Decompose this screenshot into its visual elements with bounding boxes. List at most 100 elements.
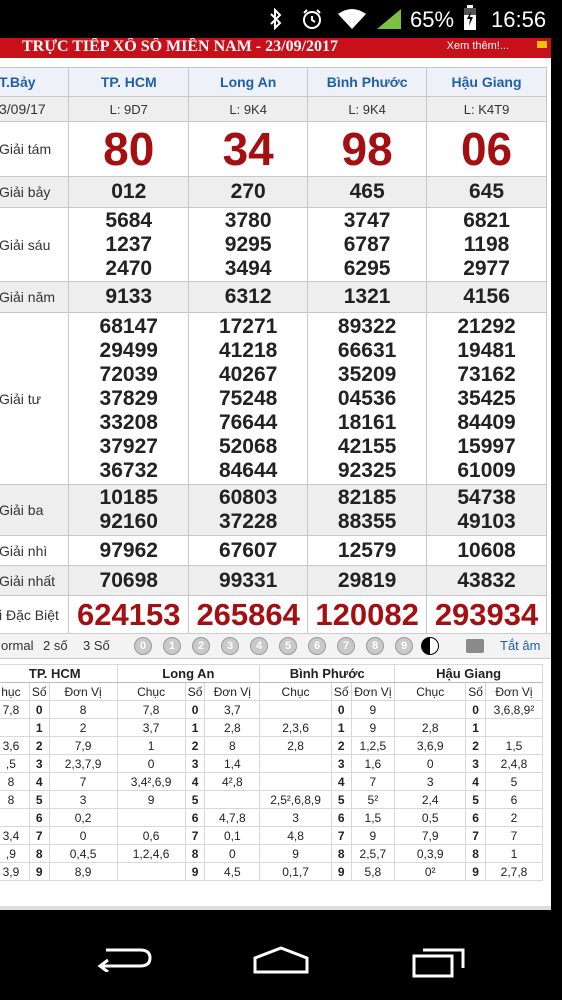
prize-row: i Đặc Biệt 624153 265864 120082 293934 (0, 595, 547, 634)
chuc-cell: 9 (116, 790, 186, 809)
so-cell: 0 (330, 700, 352, 719)
prize-number: 60803 (218, 486, 278, 509)
prize-number: 70698 (99, 568, 158, 592)
chuc-cell: 0 (116, 754, 186, 773)
prize-number: 35425 (457, 386, 516, 410)
prize-number: 6787 (343, 232, 391, 256)
prize-number: 36732 (99, 458, 158, 482)
digit-button[interactable]: 2 (192, 637, 210, 655)
donvi-cell: 0 (204, 844, 261, 863)
donvi-cell: 7 (350, 772, 396, 791)
prize-number: 3780 (224, 208, 272, 232)
prize-cell: 270 (188, 176, 309, 208)
so-cell: 0 (28, 700, 50, 719)
so-cell: 5 (465, 790, 486, 809)
mode-normal-button[interactable]: ormal (1, 638, 34, 653)
so-cell: 9 (465, 862, 486, 881)
chuc-cell: 8 (0, 790, 30, 809)
chuc-cell: 3 (394, 772, 467, 791)
prize-cell: 624153 (68, 595, 190, 634)
results-table: T.Bảy TP. HCM Long An Bình Phước Hậu Giang 3/… (0, 67, 547, 634)
mute-button[interactable]: Tắt âm (500, 638, 540, 653)
digit-button[interactable]: 3 (221, 637, 239, 655)
so-cell: 9 (330, 862, 352, 881)
prize-label: Giải bảy (0, 176, 70, 208)
digit-button[interactable]: 1 (163, 637, 181, 655)
province-header[interactable]: Long An (188, 67, 309, 97)
prize-number: 61009 (457, 458, 516, 482)
digit-button[interactable]: 0 (134, 637, 152, 655)
prize-cell: 43832 (426, 565, 547, 596)
digit-button[interactable]: 5 (279, 637, 297, 655)
donvi-cell: 3,6,8,9² (484, 700, 544, 719)
prize-number: 52068 (218, 434, 278, 458)
chuc-cell: 2,5²,6,8,9 (259, 790, 332, 809)
prize-cell: 60803 37228 (188, 484, 309, 536)
so-cell: 8 (28, 844, 50, 863)
speaker-icon[interactable] (466, 639, 484, 653)
donvi-cell: 9 (350, 700, 396, 719)
wifi-icon (338, 9, 366, 29)
prize-row: Giải bảy 012 270 465 645 (0, 176, 547, 208)
prize-number: 34 (222, 123, 274, 175)
yin-yang-icon[interactable] (421, 637, 439, 655)
digit-button[interactable]: 9 (395, 637, 413, 655)
prize-number: 6295 (343, 256, 391, 280)
prize-cell: 97962 (68, 535, 190, 566)
home-icon[interactable] (251, 946, 311, 976)
province-header[interactable]: Hậu Giang (426, 67, 547, 97)
donvi-header: Đơn Vị (484, 682, 544, 701)
so-cell: 0 (184, 700, 206, 719)
donvi-cell: 4,7,8 (204, 808, 261, 827)
mode-3-digits-button[interactable]: 3 Số (83, 638, 110, 653)
so-cell: 5 (28, 790, 50, 809)
prize-cell: 68147 29499 72039 37829 33208 37927 36732 (68, 312, 190, 485)
so-cell: 8 (184, 844, 206, 863)
page-title: TRỰC TIẾP XỔ SỐ MIỀN NAM - 23/09/2017 (22, 38, 339, 55)
so-cell: 2 (330, 736, 352, 755)
so-cell: 2 (465, 736, 486, 755)
digit-button[interactable]: 8 (366, 637, 384, 655)
so-cell: 2 (28, 736, 50, 755)
donvi-cell (204, 790, 261, 809)
recents-icon[interactable] (411, 944, 467, 978)
prize-number: 67607 (218, 538, 278, 562)
prize-number: 29499 (99, 338, 158, 362)
more-link[interactable]: Xem thêm!... (447, 40, 509, 52)
so-cell: 6 (465, 808, 486, 827)
chuc-cell: 2,8 (394, 718, 467, 737)
prize-label: Giải năm (0, 281, 70, 313)
alarm-icon (303, 9, 321, 29)
prize-number: 2470 (105, 256, 153, 280)
so-header: Số (465, 682, 486, 701)
prize-number: 9295 (224, 232, 272, 256)
donvi-cell: 0,4,5 (48, 844, 118, 863)
province-header[interactable]: Bình Phước (307, 67, 428, 97)
so-header: Số (28, 682, 50, 701)
prize-cell: 67607 (188, 535, 309, 566)
prize-number: 82185 (337, 486, 397, 509)
mode-2-digits-button[interactable]: 2 số (43, 638, 68, 653)
digit-button[interactable]: 4 (250, 637, 268, 655)
so-cell: 8 (330, 844, 352, 863)
chuc-cell: 3,6,9 (394, 736, 467, 755)
digit-button[interactable]: 6 (308, 637, 326, 655)
prize-number: 6312 (224, 285, 272, 308)
digit-button[interactable]: 7 (337, 637, 355, 655)
prize-cell: 265864 (188, 595, 309, 634)
donvi-cell: 2,3,7,9 (48, 754, 118, 773)
donvi-cell: 8 (48, 700, 118, 719)
province-header[interactable]: TP. HCM (68, 67, 190, 97)
donvi-cell: 2,5,7 (350, 844, 396, 863)
back-icon[interactable] (96, 944, 152, 972)
stats-province-label: Long An (116, 664, 261, 683)
chuc-cell (259, 700, 332, 719)
webview[interactable]: TRỰC TIẾP XỔ SỐ MIỀN NAM - 23/09/2017 Xe… (0, 38, 551, 910)
so-cell: 3 (184, 754, 206, 773)
prize-number: 1321 (343, 285, 391, 308)
chuc-cell: 0 (394, 754, 467, 773)
donvi-header: Đơn Vị (48, 682, 118, 701)
stats-row: 3,4 7 0 0,6 7 0,1 4,8 7 9 7,9 7 7 (0, 826, 544, 845)
prize-cell: 21292 19481 73162 35425 84409 15997 61009 (426, 312, 547, 485)
prize-cell: 9133 (68, 281, 190, 313)
